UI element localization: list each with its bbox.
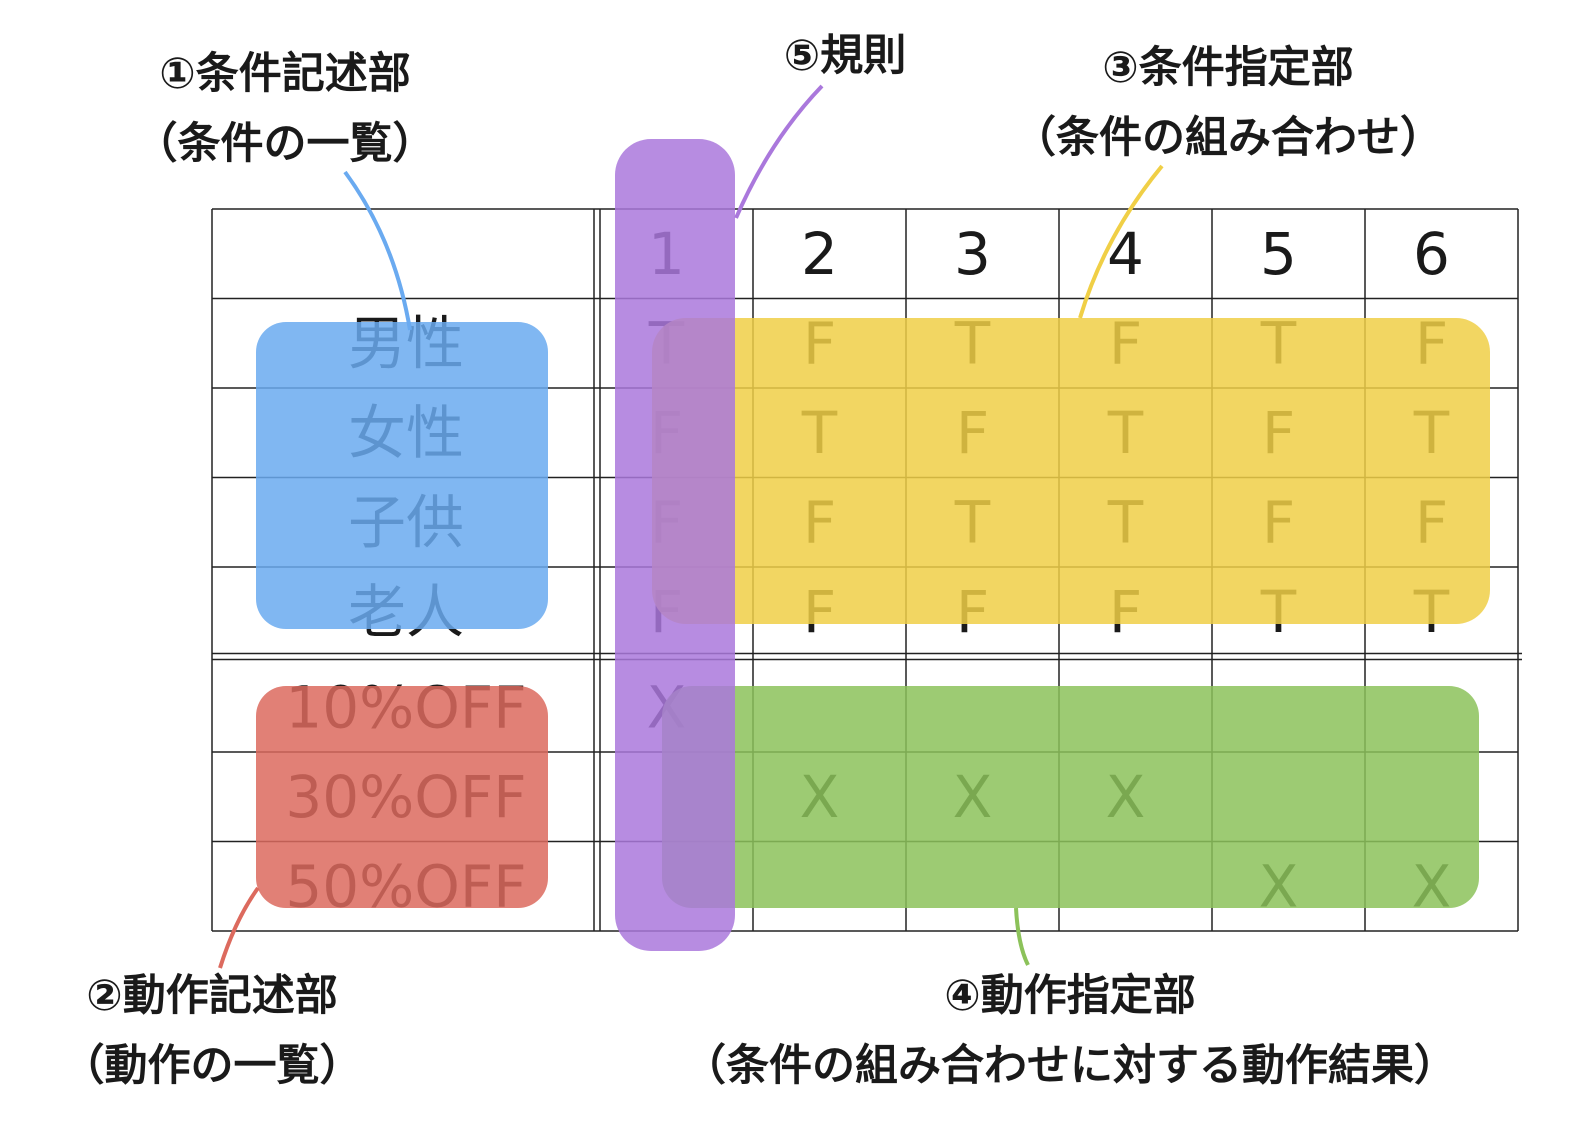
condition-entry-highlight — [652, 318, 1490, 624]
action-entry-highlight — [662, 686, 1479, 908]
action-stub-highlight — [256, 686, 548, 908]
action-stub-title: ②動作記述部 — [86, 971, 337, 1021]
action-entry-leader-line — [1014, 907, 1030, 966]
condition-stub-title: ①条件記述部 — [159, 49, 410, 99]
rule-number-6: 6 — [1413, 220, 1450, 288]
condition-stub-subtitle: （条件の一覧） — [135, 119, 436, 169]
action-stub-subtitle: （動作の一覧） — [62, 1041, 363, 1091]
action-entry-title: ④動作指定部 — [944, 971, 1195, 1021]
condition-stub-highlight — [256, 322, 548, 629]
rule-column-highlight — [615, 139, 735, 951]
action-stub-leader-line — [218, 886, 260, 969]
rule-leader-line — [734, 84, 824, 219]
rule-number-3: 3 — [954, 220, 991, 288]
rule-number-2: 2 — [801, 220, 838, 288]
rule-title: ⑤規則 — [784, 31, 906, 81]
condition-entry-title: ③条件指定部 — [1102, 43, 1353, 93]
condition-stub-leader-line — [343, 170, 412, 331]
condition-entry-subtitle: （条件の組み合わせ） — [1013, 113, 1443, 163]
rule-number-4: 4 — [1107, 220, 1144, 288]
action-entry-subtitle: （条件の組み合わせに対する動作結果） — [683, 1041, 1457, 1091]
rule-number-5: 5 — [1260, 220, 1297, 288]
decision-table-diagram: 123456男性TFTFTF女性FTFTFT子供FFTTFF老人FFFFTT10… — [62, 31, 1522, 1091]
